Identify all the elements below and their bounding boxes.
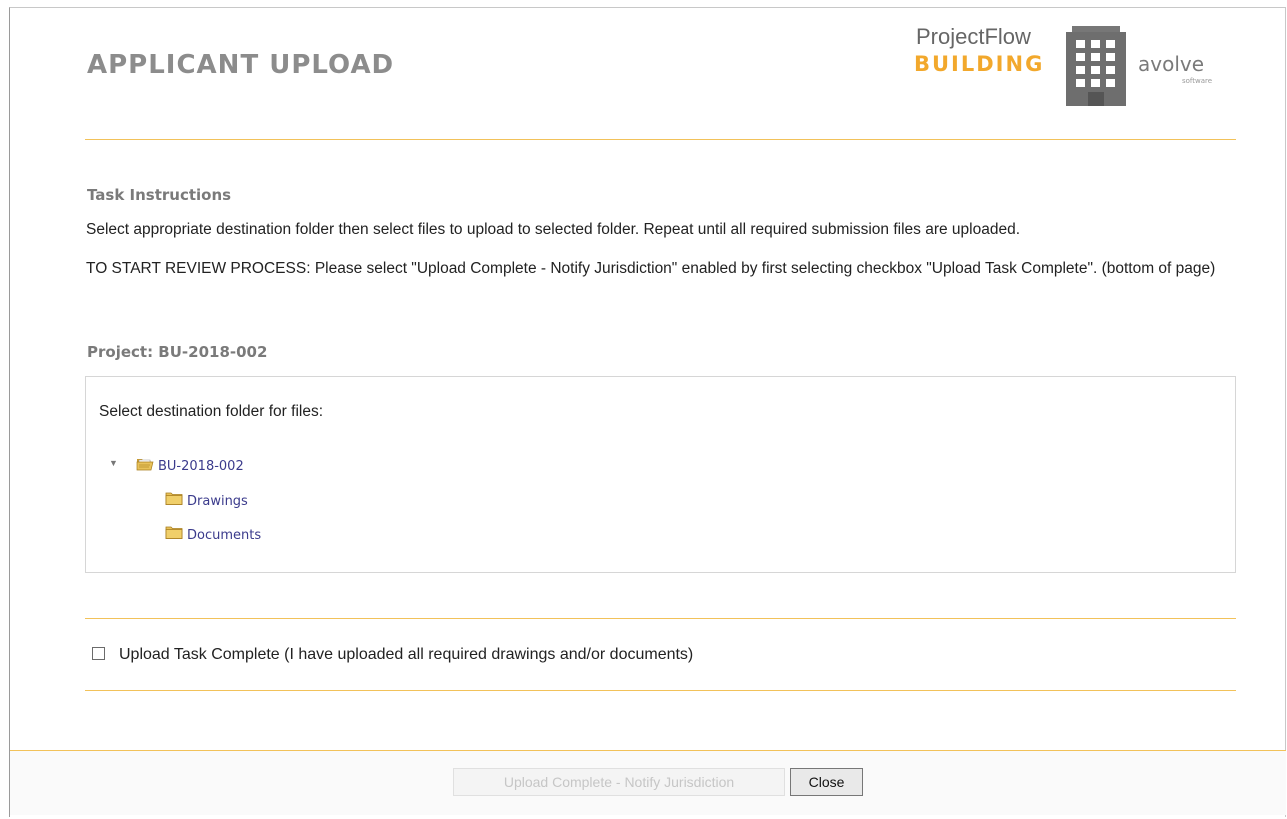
close-button[interactable]: Close — [790, 768, 863, 796]
folder-selection-panel: Select destination folder for files: ▼ B… — [85, 376, 1236, 573]
tree-node-documents-label[interactable]: Documents — [187, 528, 261, 543]
folder-icon — [165, 526, 183, 544]
section-divider-bottom — [85, 690, 1236, 691]
tree-node-drawings-label[interactable]: Drawings — [187, 494, 248, 509]
project-heading: Project: BU-2018-002 — [87, 343, 268, 361]
folder-icon — [165, 492, 183, 510]
open-folder-icon — [136, 457, 154, 476]
instructions-text-2: TO START REVIEW PROCESS: Please select "… — [86, 260, 1216, 277]
task-instructions-heading: Task Instructions — [87, 186, 232, 204]
avolve-logo-text: avolve — [1138, 52, 1205, 76]
tree-node-documents[interactable]: Documents — [165, 526, 261, 544]
logo-line1: ProjectFlow — [916, 24, 1031, 49]
tree-node-root-label[interactable]: BU-2018-002 — [158, 459, 244, 474]
projectflow-logo: ProjectFlow BUILDING avolve software — [900, 24, 1230, 110]
tree-node-drawings[interactable]: Drawings — [165, 492, 248, 510]
header-divider — [85, 139, 1236, 140]
upload-task-complete-label[interactable]: Upload Task Complete (I have uploaded al… — [119, 646, 693, 664]
tree-expand-arrow-icon[interactable]: ▼ — [109, 458, 118, 468]
notify-jurisdiction-button[interactable]: Upload Complete - Notify Jurisdiction — [453, 768, 785, 796]
building-icon — [1064, 26, 1128, 111]
page-title: APPLICANT UPLOAD — [87, 50, 395, 80]
upload-task-complete-checkbox[interactable] — [92, 647, 105, 660]
section-divider-top — [85, 618, 1236, 619]
tree-node-root[interactable]: BU-2018-002 — [136, 457, 244, 476]
instructions-text-1: Select appropriate destination folder th… — [86, 221, 1021, 238]
logo-line2: BUILDING — [914, 52, 1045, 76]
avolve-logo-subtext: software — [1182, 77, 1213, 85]
folder-panel-label: Select destination folder for files: — [99, 403, 324, 420]
